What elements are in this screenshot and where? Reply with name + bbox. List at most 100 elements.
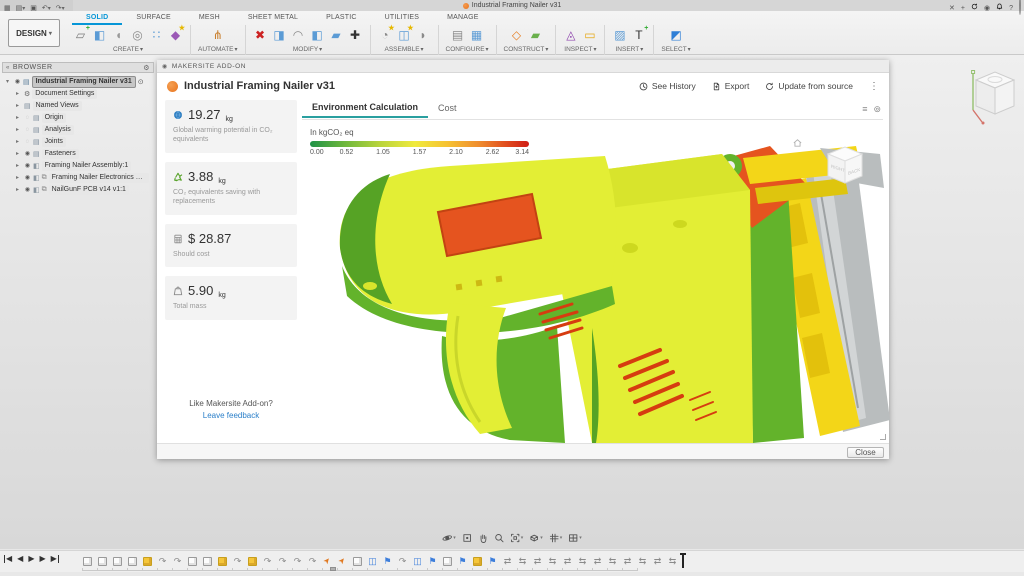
expand-arrow-icon[interactable]: ▸ [16, 102, 22, 109]
section-analysis-icon[interactable]: ▭ [582, 28, 597, 43]
new-component-assemble-icon[interactable]: ◫★ [397, 28, 412, 43]
view-cube[interactable] [962, 64, 1018, 131]
see-history-button[interactable]: See History [639, 81, 696, 91]
timeline-feature[interactable]: ⇄ [560, 555, 575, 568]
visibility-eye-icon[interactable]: ◌ [24, 127, 31, 133]
visibility-eye-icon[interactable]: ◉ [14, 78, 21, 85]
move-copy-icon[interactable]: ✚ [348, 28, 363, 43]
timeline-feature[interactable] [470, 555, 485, 568]
configuration-table-icon[interactable]: ▤ [450, 28, 465, 43]
tab-sheet-metal[interactable]: SHEET METAL [234, 12, 312, 25]
activate-component-radio[interactable]: ⊙ [138, 78, 144, 86]
update-from-source-button[interactable]: Update from source [765, 81, 853, 91]
tab-cost[interactable]: Cost [428, 103, 467, 117]
browser-item-7[interactable]: ▸◉◧Framing Nailer Assembly:1 [2, 160, 154, 171]
ribbon-group-label[interactable]: SELECT [661, 46, 690, 53]
timeline-feature[interactable]: ⚑ [455, 555, 470, 568]
offset-plane-icon[interactable]: ▰ [528, 28, 543, 43]
create-sketch-icon[interactable]: ▱+ [73, 28, 88, 43]
browser-item-5[interactable]: ▸◌▤Joints [2, 136, 154, 147]
list-view-icon[interactable]: ≡ [862, 104, 867, 115]
step-forward-button[interactable]: ▶ [39, 555, 45, 563]
visibility-eye-icon[interactable]: ◉ [24, 162, 31, 169]
timeline-feature[interactable]: ◫ [410, 555, 425, 568]
visibility-eye-icon[interactable]: ◉ [24, 150, 31, 157]
timeline-feature[interactable] [95, 555, 110, 568]
timeline-scroll-handle[interactable] [330, 567, 336, 571]
new-tab-button[interactable]: + [961, 0, 965, 15]
joint-icon[interactable]: ◔★ [378, 28, 393, 43]
delete-icon[interactable]: ✖ [253, 28, 268, 43]
timeline-feature[interactable]: ⇄ [530, 555, 545, 568]
timeline-feature[interactable]: ⇆ [575, 555, 590, 568]
expand-arrow-icon[interactable]: ▸ [16, 138, 22, 145]
ribbon-group-label[interactable]: MODIFY [293, 46, 322, 53]
collapse-panel-icon[interactable]: « [6, 65, 10, 71]
timeline-track[interactable] [82, 568, 638, 571]
timeline-feature[interactable]: ⚑ [485, 555, 500, 568]
visibility-eye-icon[interactable]: ◌ [24, 115, 31, 121]
timeline-feature[interactable] [200, 555, 215, 568]
grid-settings-button[interactable]: ▾ [549, 533, 563, 543]
rigid-group-icon[interactable]: ◗ [416, 28, 431, 43]
expand-arrow-icon[interactable]: ▸ [16, 114, 22, 121]
app-menu-button[interactable]: ▦ [4, 0, 11, 15]
sync-button[interactable] [971, 0, 978, 15]
timeline-feature[interactable] [140, 555, 155, 568]
combine-icon[interactable]: ▰ [329, 28, 344, 43]
close-button[interactable]: Close [847, 447, 884, 458]
play-button[interactable]: ▶ [28, 555, 34, 563]
timeline-feature[interactable] [350, 555, 365, 568]
plastic-part-icon[interactable]: ◆★ [168, 28, 183, 43]
browser-item-9[interactable]: ▸◉◧⧉NailGunF PCB v14 v1:1 [2, 184, 154, 195]
panel-resize-grip[interactable] [880, 434, 886, 440]
visibility-eye-icon[interactable]: ◉ [24, 186, 31, 193]
timeline-feature[interactable]: ↷ [290, 555, 305, 568]
ribbon-group-label[interactable]: CREATE [113, 46, 143, 53]
timeline-feature[interactable] [245, 555, 260, 568]
tab-solid[interactable]: SOLID [72, 12, 122, 25]
timeline-feature[interactable]: ⇄ [650, 555, 665, 568]
browser-panel-header[interactable]: « BROWSER ⚙ [2, 62, 154, 73]
timeline-feature[interactable]: ↷ [305, 555, 320, 568]
fit-button[interactable]: ▾ [510, 533, 524, 543]
expand-arrow-icon[interactable]: ▸ [16, 90, 22, 97]
skip-to-start-button[interactable]: ◀ [4, 555, 12, 563]
timeline-feature[interactable]: ➤ [320, 555, 335, 568]
measure-icon[interactable]: ◬ [563, 28, 578, 43]
browser-item-6[interactable]: ▸◉▤Fasteners [2, 148, 154, 159]
browser-settings-gear-icon[interactable]: ⚙ [143, 64, 150, 72]
new-component-icon[interactable]: ◧ [92, 28, 107, 43]
ribbon-group-label[interactable]: INSERT [616, 46, 644, 53]
timeline-feature[interactable] [440, 555, 455, 568]
model-viewport[interactable]: RIGHT BACK ▲▲▲⚙ [300, 128, 890, 443]
orbit-button[interactable]: ▾ [442, 533, 456, 543]
timeline-feature[interactable]: ➤ [335, 555, 350, 568]
timeline-feature[interactable]: ↷ [170, 555, 185, 568]
step-back-button[interactable]: ◀ [17, 555, 23, 563]
account-avatar-button[interactable] [1019, 0, 1021, 15]
timeline-feature[interactable]: ⇄ [500, 555, 515, 568]
look-at-button[interactable] [462, 533, 472, 543]
timeline-feature[interactable]: ⇆ [635, 555, 650, 568]
create-pipe-icon[interactable]: ◎ [130, 28, 145, 43]
browser-item-4[interactable]: ▸◌▤Analysis [2, 124, 154, 135]
makersite-panel-header[interactable]: ◉ MAKERSITE ADD-ON [157, 60, 889, 73]
browser-item-root[interactable]: ▾◉▤Industrial Framing Nailer v31⊙ [2, 76, 154, 87]
ribbon-group-label[interactable]: AUTOMATE [198, 46, 238, 53]
expand-arrow-icon[interactable]: ▾ [6, 78, 12, 85]
pan-button[interactable] [478, 533, 488, 543]
insert-text-icon[interactable]: T+ [631, 28, 646, 43]
configure-features-icon[interactable]: ▦ [469, 28, 484, 43]
timeline-feature[interactable] [215, 555, 230, 568]
viewports-button[interactable]: ▾ [568, 533, 582, 543]
close-document-button[interactable]: ✕ [949, 0, 955, 15]
automate-configure-icon[interactable]: ⋔ [210, 28, 225, 43]
timeline-feature[interactable]: ⇆ [545, 555, 560, 568]
tab-environment-calculation[interactable]: Environment Calculation [302, 102, 428, 118]
browser-item-8[interactable]: ▸◉◧⧉Framing Nailer Electronics v4... [2, 172, 154, 183]
create-form-icon[interactable]: ◖ [111, 28, 126, 43]
timeline-feature[interactable]: ↷ [230, 555, 245, 568]
leave-feedback-link[interactable]: Leave feedback [165, 410, 297, 422]
timeline-feature[interactable] [185, 555, 200, 568]
